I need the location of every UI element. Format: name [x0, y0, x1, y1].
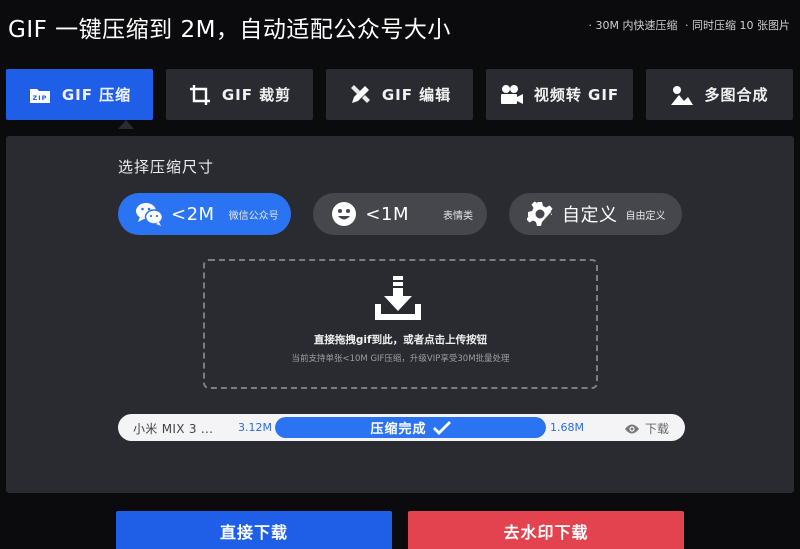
- watermark-free-download-button[interactable]: 去水印下载: [408, 511, 684, 549]
- tab-label: 多图合成: [704, 86, 769, 104]
- page-title: GIF 一键压缩到 2M，自动适配公众号大小: [8, 17, 451, 43]
- edit-tools-icon: [348, 83, 372, 107]
- crop-icon: [188, 83, 212, 107]
- size-option-label: <2M: [171, 203, 215, 225]
- download-label: 下载: [645, 422, 670, 436]
- compressed-size: 1.68M: [550, 421, 584, 434]
- dropzone-main-text: 直接拖拽gif到此，或者点击上传按钮: [313, 334, 488, 346]
- size-option-label: 自定义: [562, 205, 618, 226]
- video-camera-icon: [500, 83, 524, 107]
- tab-label: GIF 编辑: [381, 86, 452, 104]
- checkmark-icon: [432, 420, 451, 435]
- feature-item: · 30M 内快速压缩: [588, 19, 678, 32]
- tab-video-to-gif[interactable]: 视频转 GIF: [486, 69, 633, 120]
- dropzone-sub-text: 当前支持单张<10M GIF压缩，升级VIP享受30M批量处理: [291, 354, 510, 364]
- eye-icon: [625, 424, 639, 433]
- upload-dropzone[interactable]: 直接拖拽gif到此，或者点击上传按钮 当前支持单张<10M GIF压缩，升级VI…: [203, 259, 598, 389]
- zip-icon-text: ZIP: [32, 94, 47, 102]
- download-link[interactable]: 下载: [624, 420, 669, 437]
- size-option-custom[interactable]: 自定义 自由定义: [509, 193, 682, 235]
- gear-icon: [526, 200, 554, 228]
- zip-icon: ZIP: [28, 83, 52, 107]
- size-option-sub: 微信公众号: [228, 210, 279, 222]
- tab-label: 视频转 GIF: [533, 86, 620, 104]
- wechat-icon: [135, 200, 163, 228]
- tab-gif-crop[interactable]: GIF 裁剪: [166, 69, 313, 120]
- compress-panel: 选择压缩尺寸 <2M 微信公众号 <1M 表情类 自定义 自由定义 直接拖拽gi…: [6, 136, 794, 493]
- size-option-sub: 自由定义: [625, 210, 666, 222]
- tab-label: GIF 裁剪: [221, 86, 292, 104]
- tool-tabs: ZIP GIF 压缩 GIF 裁剪 GIF 编辑 视频转 GIF 多图合成: [6, 69, 794, 121]
- size-option-label: <1M: [365, 203, 409, 225]
- tab-multi-image-merge[interactable]: 多图合成: [646, 69, 793, 120]
- tab-gif-edit[interactable]: GIF 编辑: [326, 69, 473, 120]
- active-tab-pointer: [118, 120, 134, 129]
- feature-item: · 同时压缩 10 张图片: [685, 19, 790, 32]
- download-tray-icon: [373, 274, 423, 324]
- feature-list: · 30M 内快速压缩 · 同时压缩 10 张图片: [585, 17, 790, 33]
- progress-status: 压缩完成: [275, 417, 546, 438]
- tab-gif-compress[interactable]: ZIP GIF 压缩: [6, 69, 153, 120]
- original-size: 3.12M: [238, 421, 272, 434]
- compress-progress-bar: 压缩完成: [275, 417, 546, 438]
- file-result-row: 小米 MIX 3 ... 3.12M 压缩完成 1.68M 下载: [118, 414, 685, 441]
- size-option-sub: 表情类: [443, 210, 473, 222]
- file-name: 小米 MIX 3 ...: [133, 422, 214, 436]
- smiley-icon: [330, 200, 357, 228]
- direct-download-button[interactable]: 直接下载: [116, 511, 392, 549]
- tab-label: GIF 压缩: [61, 86, 132, 104]
- status-text: 压缩完成: [370, 422, 427, 437]
- size-option-1m[interactable]: <1M 表情类: [313, 193, 487, 235]
- section-title: 选择压缩尺寸: [118, 158, 215, 176]
- image-icon: [670, 83, 694, 107]
- size-option-2m[interactable]: <2M 微信公众号: [118, 193, 291, 235]
